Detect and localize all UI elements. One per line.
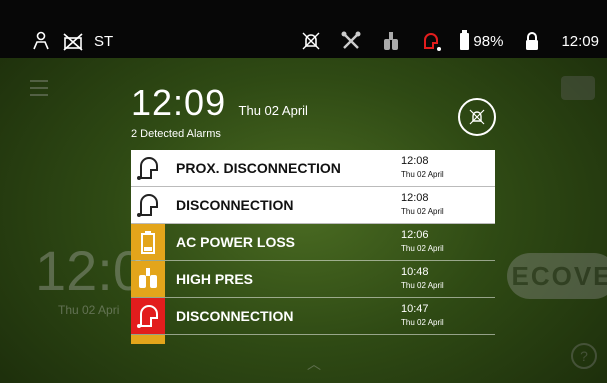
alarm-date: Thu 02 April: [401, 207, 444, 216]
mute-alarms-button[interactable]: [458, 98, 496, 136]
alarm-muted-icon: [469, 109, 485, 125]
alarm-header-time: 12:09: [131, 82, 227, 123]
patient-settings-icon[interactable]: [30, 30, 52, 52]
alarm-row[interactable]: 10:06: [131, 335, 495, 344]
eco-button: ECOVE: [507, 253, 607, 299]
patient-mask-icon: [131, 298, 165, 334]
alarm-row[interactable]: HIGH PRES 10:48 Thu 02 April: [131, 261, 495, 298]
clock: 12:09: [561, 32, 599, 50]
alarm-date: Thu 02 April: [401, 170, 444, 179]
help-icon: ?: [571, 343, 597, 369]
alarm-timestamp: 12:06 Thu 02 April: [401, 229, 495, 255]
lungs-status-icon[interactable]: [380, 30, 402, 52]
ventilator-screen: ST 98% 12:09 12:0 Thu 02 Apri ECOVE ? ︿ …: [0, 0, 607, 383]
battery-icon: [460, 29, 470, 50]
battery-indicator: 98%: [460, 29, 504, 50]
alarm-header: 12:09 Thu 02 April: [131, 82, 308, 124]
alarm-row[interactable]: AC POWER LOSS 12:06 Thu 02 April: [131, 224, 495, 261]
background-time: 12:0: [35, 239, 144, 302]
status-bar: ST 98% 12:09: [0, 0, 607, 58]
alarm-count: 2 Detected Alarms: [131, 128, 221, 140]
alarm-time: 12:08: [401, 155, 429, 167]
key-button: [561, 76, 595, 100]
battery-percent: 98%: [473, 32, 504, 50]
alarm-row[interactable]: DISCONNECTION 10:47 Thu 02 April: [131, 298, 495, 335]
menu-icon: [30, 80, 48, 96]
alarm-time: 10:48: [401, 266, 429, 278]
background-date: Thu 02 Apri: [58, 303, 120, 317]
alarm-time: 10:47: [401, 303, 429, 315]
alarm-timestamp: 12:08 Thu 02 April: [401, 155, 495, 181]
patient-mask-icon: [131, 150, 165, 186]
alarm-date: Thu 02 April: [401, 318, 444, 327]
status-right: 98% 12:09: [300, 29, 599, 52]
disabled-humidifier-icon[interactable]: [62, 30, 84, 52]
alarm-timestamp: 12:08 Thu 02 April: [401, 192, 495, 218]
alarm-date: Thu 02 April: [401, 281, 444, 290]
tools-icon[interactable]: [340, 30, 362, 52]
chevron-up-icon: ︿: [307, 356, 321, 372]
status-left: ST: [30, 30, 113, 52]
alarm-date: Thu 02 April: [401, 244, 444, 253]
alarm-title: DISCONNECTION: [176, 197, 294, 213]
alarm-muted-icon[interactable]: [300, 30, 322, 52]
alarm-row[interactable]: PROX. DISCONNECTION 12:08 Thu 02 April: [131, 150, 495, 187]
patient-mask-icon: [131, 187, 165, 223]
battery-icon: [131, 224, 165, 260]
alarm-time: 12:08: [401, 192, 429, 204]
lock-icon[interactable]: [521, 30, 543, 52]
alarm-icon: [131, 335, 165, 344]
alarm-title: HIGH PRES: [176, 271, 254, 287]
alarm-title: PROX. DISCONNECTION: [176, 160, 341, 176]
alarm-header-date: Thu 02 April: [238, 103, 308, 118]
alarm-title: AC POWER LOSS: [176, 234, 296, 250]
alarm-timestamp: 10:48 Thu 02 April: [401, 266, 495, 292]
alarm-time: 12:06: [401, 229, 429, 241]
alarm-title: DISCONNECTION: [176, 308, 294, 324]
patient-disconnect-icon[interactable]: [420, 30, 442, 52]
mode-label: ST: [94, 32, 114, 50]
lungs-icon: [131, 261, 165, 297]
alarm-list[interactable]: PROX. DISCONNECTION 12:08 Thu 02 April DISC…: [131, 150, 495, 344]
alarm-timestamp: 10:47 Thu 02 April: [401, 303, 495, 329]
alarm-row[interactable]: DISCONNECTION 12:08 Thu 02 April: [131, 187, 495, 224]
